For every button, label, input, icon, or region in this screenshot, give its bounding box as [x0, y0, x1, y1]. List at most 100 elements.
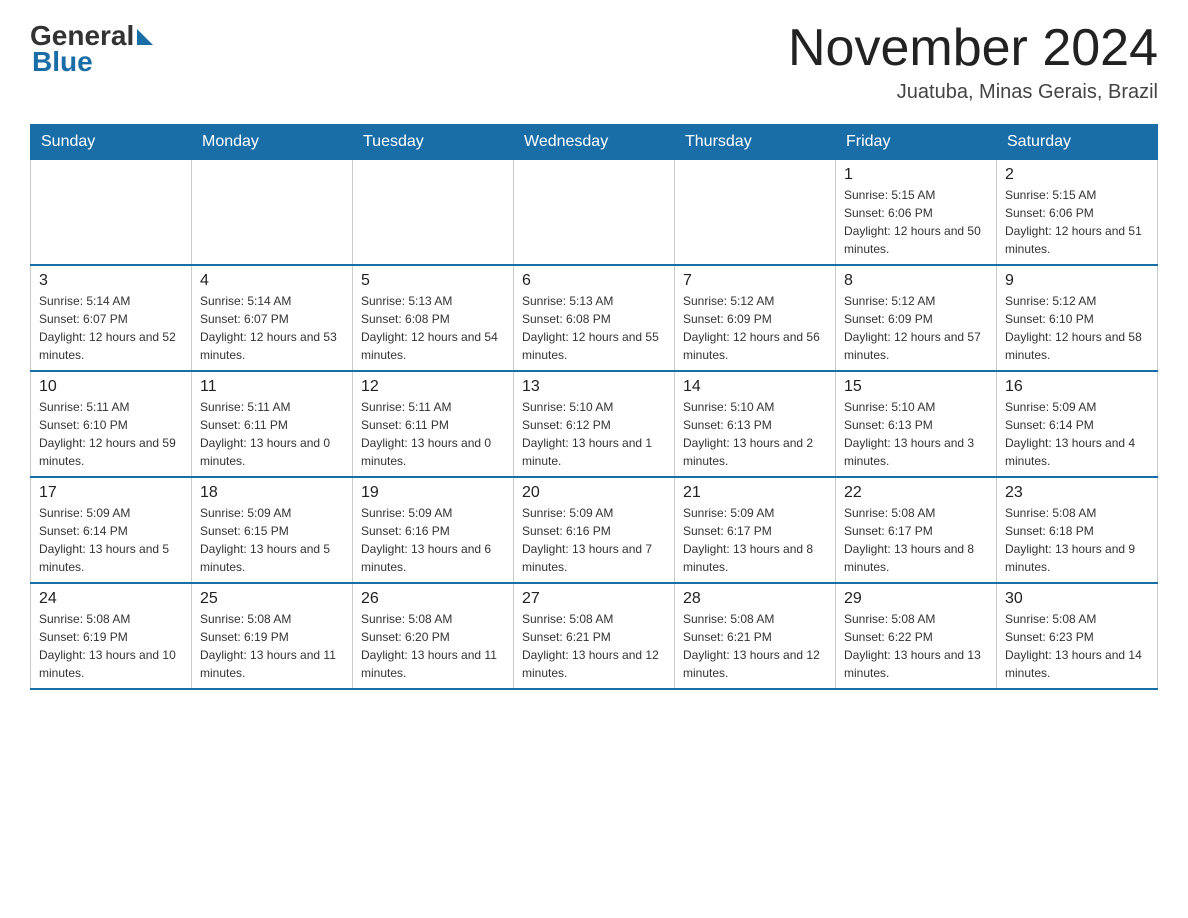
- title-section: November 2024 Juatuba, Minas Gerais, Bra…: [788, 20, 1158, 104]
- calendar-cell: 19 Sunrise: 5:09 AMSunset: 6:16 PMDayligh…: [353, 477, 514, 583]
- weekday-header-monday: Monday: [192, 125, 353, 160]
- calendar-cell: 9 Sunrise: 5:12 AMSunset: 6:10 PMDaylight…: [997, 265, 1158, 371]
- calendar-cell: [31, 160, 192, 266]
- sun-info: Sunrise: 5:09 AMSunset: 6:14 PMDaylight:…: [1005, 398, 1149, 470]
- sun-info: Sunrise: 5:12 AMSunset: 6:09 PMDaylight:…: [844, 292, 988, 364]
- sun-info: Sunrise: 5:09 AMSunset: 6:16 PMDaylight:…: [522, 504, 666, 576]
- week-row-3: 10Sunrise: 5:11 AMSunset: 6:10 PMDayligh…: [31, 371, 1158, 477]
- calendar-cell: [353, 160, 514, 266]
- calendar-cell: 24 Sunrise: 5:08 AMSunset: 6:19 PMDayligh…: [31, 583, 192, 689]
- sun-info: Sunrise: 5:08 AMSunset: 6:22 PMDaylight:…: [844, 610, 988, 682]
- week-row-2: 3 Sunrise: 5:14 AMSunset: 6:07 PMDaylight…: [31, 265, 1158, 371]
- day-number: 27: [522, 590, 666, 608]
- day-number: 18: [200, 484, 344, 502]
- sun-info: Sunrise: 5:08 AMSunset: 6:19 PMDaylight:…: [200, 610, 344, 682]
- calendar-cell: 3 Sunrise: 5:14 AMSunset: 6:07 PMDaylight…: [31, 265, 192, 371]
- sun-info: Sunrise: 5:11 AMSunset: 6:11 PMDaylight:…: [361, 398, 505, 470]
- day-number: 23: [1005, 484, 1149, 502]
- calendar-cell: 20 Sunrise: 5:09 AMSunset: 6:16 PMDayligh…: [514, 477, 675, 583]
- day-number: 11: [200, 378, 344, 396]
- logo-blue-text: Blue: [32, 46, 153, 78]
- calendar-cell: 18 Sunrise: 5:09 AMSunset: 6:15 PMDayligh…: [192, 477, 353, 583]
- day-number: 17: [39, 484, 183, 502]
- weekday-header-tuesday: Tuesday: [353, 125, 514, 160]
- week-row-5: 24 Sunrise: 5:08 AMSunset: 6:19 PMDayligh…: [31, 583, 1158, 689]
- day-number: 3: [39, 272, 183, 290]
- sun-info: Sunrise: 5:15 AMSunset: 6:06 PMDaylight:…: [844, 186, 988, 258]
- weekday-header-friday: Friday: [836, 125, 997, 160]
- sun-info: Sunrise: 5:11 AMSunset: 6:10 PMDaylight:…: [39, 398, 183, 470]
- day-number: 9: [1005, 272, 1149, 290]
- week-row-4: 17Sunrise: 5:09 AMSunset: 6:14 PMDayligh…: [31, 477, 1158, 583]
- sun-info: Sunrise: 5:08 AMSunset: 6:21 PMDaylight:…: [522, 610, 666, 682]
- sun-info: Sunrise: 5:08 AMSunset: 6:23 PMDaylight:…: [1005, 610, 1149, 682]
- day-number: 15: [844, 378, 988, 396]
- day-number: 5: [361, 272, 505, 290]
- day-number: 22: [844, 484, 988, 502]
- weekday-header-wednesday: Wednesday: [514, 125, 675, 160]
- day-number: 2: [1005, 166, 1149, 184]
- sun-info: Sunrise: 5:09 AMSunset: 6:16 PMDaylight:…: [361, 504, 505, 576]
- day-number: 4: [200, 272, 344, 290]
- weekday-header-thursday: Thursday: [675, 125, 836, 160]
- day-number: 19: [361, 484, 505, 502]
- sun-info: Sunrise: 5:14 AMSunset: 6:07 PMDaylight:…: [39, 292, 183, 364]
- day-number: 14: [683, 378, 827, 396]
- sun-info: Sunrise: 5:13 AMSunset: 6:08 PMDaylight:…: [522, 292, 666, 364]
- calendar-cell: 5Sunrise: 5:13 AMSunset: 6:08 PMDaylight…: [353, 265, 514, 371]
- calendar-cell: 26Sunrise: 5:08 AMSunset: 6:20 PMDayligh…: [353, 583, 514, 689]
- calendar-cell: 22 Sunrise: 5:08 AMSunset: 6:17 PMDayligh…: [836, 477, 997, 583]
- day-number: 28: [683, 590, 827, 608]
- sun-info: Sunrise: 5:14 AMSunset: 6:07 PMDaylight:…: [200, 292, 344, 364]
- calendar-cell: [192, 160, 353, 266]
- sun-info: Sunrise: 5:11 AMSunset: 6:11 PMDaylight:…: [200, 398, 344, 470]
- sun-info: Sunrise: 5:12 AMSunset: 6:10 PMDaylight:…: [1005, 292, 1149, 364]
- calendar-cell: 30 Sunrise: 5:08 AMSunset: 6:23 PMDayligh…: [997, 583, 1158, 689]
- calendar-cell: 13 Sunrise: 5:10 AMSunset: 6:12 PMDayligh…: [514, 371, 675, 477]
- day-number: 12: [361, 378, 505, 396]
- calendar-cell: [675, 160, 836, 266]
- calendar-cell: 8 Sunrise: 5:12 AMSunset: 6:09 PMDaylight…: [836, 265, 997, 371]
- weekday-header-row: SundayMondayTuesdayWednesdayThursdayFrid…: [31, 125, 1158, 160]
- calendar-cell: 7 Sunrise: 5:12 AMSunset: 6:09 PMDaylight…: [675, 265, 836, 371]
- sun-info: Sunrise: 5:09 AMSunset: 6:17 PMDaylight:…: [683, 504, 827, 576]
- calendar-cell: 12 Sunrise: 5:11 AMSunset: 6:11 PMDayligh…: [353, 371, 514, 477]
- calendar-cell: 10Sunrise: 5:11 AMSunset: 6:10 PMDayligh…: [31, 371, 192, 477]
- location-text: Juatuba, Minas Gerais, Brazil: [788, 81, 1158, 104]
- sun-info: Sunrise: 5:08 AMSunset: 6:18 PMDaylight:…: [1005, 504, 1149, 576]
- day-number: 24: [39, 590, 183, 608]
- day-number: 13: [522, 378, 666, 396]
- sun-info: Sunrise: 5:09 AMSunset: 6:15 PMDaylight:…: [200, 504, 344, 576]
- calendar-table: SundayMondayTuesdayWednesdayThursdayFrid…: [30, 124, 1158, 690]
- calendar-cell: 6 Sunrise: 5:13 AMSunset: 6:08 PMDaylight…: [514, 265, 675, 371]
- day-number: 7: [683, 272, 827, 290]
- day-number: 16: [1005, 378, 1149, 396]
- sun-info: Sunrise: 5:10 AMSunset: 6:12 PMDaylight:…: [522, 398, 666, 470]
- calendar-cell: [514, 160, 675, 266]
- weekday-header-sunday: Sunday: [31, 125, 192, 160]
- calendar-cell: 21 Sunrise: 5:09 AMSunset: 6:17 PMDayligh…: [675, 477, 836, 583]
- sun-info: Sunrise: 5:08 AMSunset: 6:21 PMDaylight:…: [683, 610, 827, 682]
- sun-info: Sunrise: 5:12 AMSunset: 6:09 PMDaylight:…: [683, 292, 827, 364]
- sun-info: Sunrise: 5:08 AMSunset: 6:17 PMDaylight:…: [844, 504, 988, 576]
- week-row-1: 1 Sunrise: 5:15 AMSunset: 6:06 PMDaylight…: [31, 160, 1158, 266]
- page-header: General Blue November 2024 Juatuba, Mina…: [30, 20, 1158, 104]
- sun-info: Sunrise: 5:10 AMSunset: 6:13 PMDaylight:…: [844, 398, 988, 470]
- day-number: 8: [844, 272, 988, 290]
- sun-info: Sunrise: 5:08 AMSunset: 6:19 PMDaylight:…: [39, 610, 183, 682]
- day-number: 25: [200, 590, 344, 608]
- calendar-cell: 1 Sunrise: 5:15 AMSunset: 6:06 PMDaylight…: [836, 160, 997, 266]
- calendar-cell: 29Sunrise: 5:08 AMSunset: 6:22 PMDayligh…: [836, 583, 997, 689]
- sun-info: Sunrise: 5:08 AMSunset: 6:20 PMDaylight:…: [361, 610, 505, 682]
- day-number: 21: [683, 484, 827, 502]
- calendar-cell: 25 Sunrise: 5:08 AMSunset: 6:19 PMDayligh…: [192, 583, 353, 689]
- day-number: 1: [844, 166, 988, 184]
- calendar-cell: 28 Sunrise: 5:08 AMSunset: 6:21 PMDayligh…: [675, 583, 836, 689]
- day-number: 30: [1005, 590, 1149, 608]
- calendar-cell: 15 Sunrise: 5:10 AMSunset: 6:13 PMDayligh…: [836, 371, 997, 477]
- logo: General Blue: [30, 20, 153, 78]
- month-title: November 2024: [788, 20, 1158, 77]
- day-number: 6: [522, 272, 666, 290]
- day-number: 20: [522, 484, 666, 502]
- calendar-cell: 14Sunrise: 5:10 AMSunset: 6:13 PMDayligh…: [675, 371, 836, 477]
